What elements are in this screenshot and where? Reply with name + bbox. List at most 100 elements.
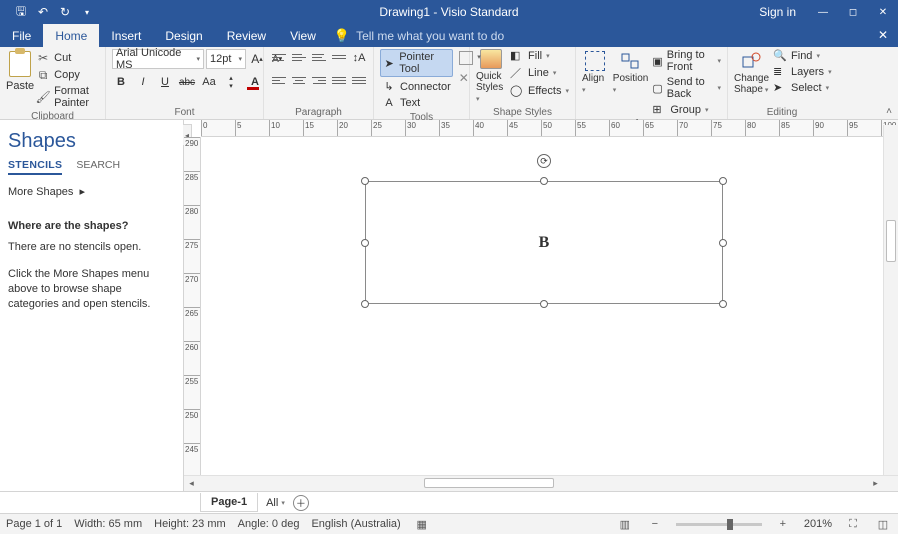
- tab-home[interactable]: Home: [43, 24, 99, 47]
- qat-customize-icon[interactable]: ▾: [76, 1, 98, 23]
- group-label-shape-styles: Shape Styles: [476, 105, 569, 119]
- align-left-button[interactable]: [270, 72, 288, 88]
- stencils-tab[interactable]: STENCILS: [8, 159, 62, 175]
- resize-handle-s[interactable]: [540, 300, 548, 308]
- page-tabs-bar: Page-1 All ＋: [0, 491, 898, 513]
- title-bar: 🖫 ↶ ↻ ▾ Drawing1 - Visio Standard Sign i…: [0, 0, 898, 24]
- align-right-button[interactable]: [310, 72, 328, 88]
- strikethrough-button[interactable]: abc: [178, 73, 196, 91]
- window-title: Drawing1 - Visio Standard: [379, 5, 518, 19]
- align-middle-button[interactable]: [290, 49, 308, 65]
- sign-in-link[interactable]: Sign in: [747, 5, 808, 19]
- paste-button[interactable]: Paste: [6, 49, 34, 92]
- change-shape-button[interactable]: Change Shape: [734, 49, 769, 95]
- text-direction-button[interactable]: ↕A: [350, 49, 368, 67]
- font-color-button[interactable]: A: [244, 73, 266, 91]
- orientation-button[interactable]: [330, 49, 348, 65]
- cut-button[interactable]: ✂Cut: [36, 51, 99, 65]
- ribbon-help-close-icon[interactable]: ✕: [874, 26, 892, 44]
- selected-shape[interactable]: ⟳ B: [361, 177, 727, 308]
- status-language[interactable]: English (Australia): [311, 518, 400, 530]
- group-button[interactable]: ⊞Group: [652, 103, 721, 116]
- macro-recording-icon[interactable]: ▦: [413, 516, 431, 532]
- page-tab-1[interactable]: Page-1: [200, 493, 258, 512]
- presentation-mode-icon[interactable]: ▥: [616, 516, 634, 532]
- all-pages-dropdown[interactable]: All: [266, 497, 285, 509]
- minimize-button[interactable]: —: [808, 0, 838, 24]
- italic-button[interactable]: I: [134, 73, 152, 91]
- connector-tool-button[interactable]: ↳Connector: [380, 79, 453, 94]
- fill-button[interactable]: ◧Fill: [510, 49, 569, 62]
- add-page-button[interactable]: ＋: [293, 495, 309, 511]
- tab-view[interactable]: View: [278, 24, 328, 47]
- font-name-combo[interactable]: Arial Unicode MS: [112, 49, 204, 69]
- align-bottom-button[interactable]: [310, 49, 328, 65]
- save-icon[interactable]: 🖫: [10, 1, 32, 23]
- rectangle-tool-button[interactable]: [459, 51, 473, 65]
- redo-icon[interactable]: ↻: [54, 1, 76, 23]
- switch-windows-icon[interactable]: ◫: [874, 516, 892, 532]
- more-shapes-menu[interactable]: More Shapes▸: [8, 185, 175, 198]
- search-tab[interactable]: SEARCH: [76, 159, 120, 175]
- bold-button[interactable]: B: [112, 73, 130, 91]
- resize-handle-ne[interactable]: [719, 177, 727, 185]
- scroll-left-button[interactable]: ◂: [184, 476, 199, 491]
- drawing-page[interactable]: ⟳ B: [216, 137, 881, 475]
- send-to-back-button[interactable]: ▢Send to Back: [652, 76, 721, 100]
- tab-review[interactable]: Review: [215, 24, 278, 47]
- underline-button[interactable]: U: [156, 73, 174, 91]
- shapes-pane: Shapes STENCILS SEARCH More Shapes▸ Wher…: [0, 120, 184, 491]
- connector-icon: ↳: [382, 80, 396, 93]
- tab-insert[interactable]: Insert: [99, 24, 153, 47]
- scroll-right-button[interactable]: ▸: [868, 476, 883, 491]
- zoom-level[interactable]: 201%: [804, 518, 832, 530]
- pointer-tool-button[interactable]: ➤Pointer Tool: [380, 49, 453, 77]
- align-icon: [585, 51, 605, 71]
- tell-me-search[interactable]: 💡 Tell me what you want to do: [334, 24, 504, 47]
- status-page: Page 1 of 1: [6, 518, 62, 530]
- vertical-scrollbar[interactable]: [883, 125, 898, 475]
- scroll-end-button[interactable]: [883, 476, 898, 491]
- select-button[interactable]: ➤Select: [773, 81, 832, 94]
- ruler-horizontal[interactable]: 0510152025303540455055606570758085909510…: [201, 120, 898, 137]
- tab-file[interactable]: File: [0, 24, 43, 47]
- text-tool-button[interactable]: AText: [380, 96, 453, 110]
- resize-handle-w[interactable]: [361, 239, 369, 247]
- line-button[interactable]: ／Line: [510, 65, 569, 81]
- resize-handle-n[interactable]: [540, 177, 548, 185]
- bullets-button[interactable]: [350, 72, 368, 88]
- resize-handle-se[interactable]: [719, 300, 727, 308]
- effects-button[interactable]: ◯Effects: [510, 84, 569, 97]
- find-button[interactable]: 🔍Find: [773, 49, 832, 62]
- zoom-slider[interactable]: [676, 523, 762, 526]
- fit-page-icon[interactable]: ⛶: [844, 516, 862, 532]
- layers-icon: ≣: [773, 65, 787, 78]
- resize-handle-e[interactable]: [719, 239, 727, 247]
- ruler-vertical[interactable]: 290285280275270265260255250245240: [184, 137, 201, 491]
- rotate-handle[interactable]: ⟳: [537, 154, 551, 168]
- align-top-button[interactable]: [270, 49, 288, 65]
- zoom-in-button[interactable]: +: [774, 516, 792, 532]
- collapse-ribbon-button[interactable]: ˄: [886, 106, 892, 117]
- justify-button[interactable]: [330, 72, 348, 88]
- position-button[interactable]: Position: [613, 49, 649, 95]
- resize-handle-nw[interactable]: [361, 177, 369, 185]
- zoom-out-button[interactable]: −: [646, 516, 664, 532]
- align-center-button[interactable]: [290, 72, 308, 88]
- bring-to-front-button[interactable]: ▣Bring to Front: [652, 49, 721, 73]
- close-button[interactable]: ✕: [868, 0, 898, 24]
- layers-button[interactable]: ≣Layers: [773, 65, 832, 78]
- format-painter-button[interactable]: 🖌Format Painter: [36, 85, 99, 109]
- font-size-combo[interactable]: 12pt: [206, 49, 246, 69]
- drawing-canvas[interactable]: ⟳ B: [201, 137, 898, 475]
- tab-design[interactable]: Design: [153, 24, 214, 47]
- restore-button[interactable]: ◻: [838, 0, 868, 24]
- align-button[interactable]: Align: [582, 49, 609, 95]
- pointer-icon: ➤: [383, 57, 395, 70]
- undo-icon[interactable]: ↶: [32, 1, 54, 23]
- resize-handle-sw[interactable]: [361, 300, 369, 308]
- font-size-stepper[interactable]: ▴▾: [222, 73, 240, 91]
- copy-button[interactable]: ⧉Copy: [36, 68, 99, 82]
- horizontal-scrollbar[interactable]: ◂ ▸: [184, 475, 898, 491]
- change-case-button[interactable]: Aa: [200, 73, 218, 91]
